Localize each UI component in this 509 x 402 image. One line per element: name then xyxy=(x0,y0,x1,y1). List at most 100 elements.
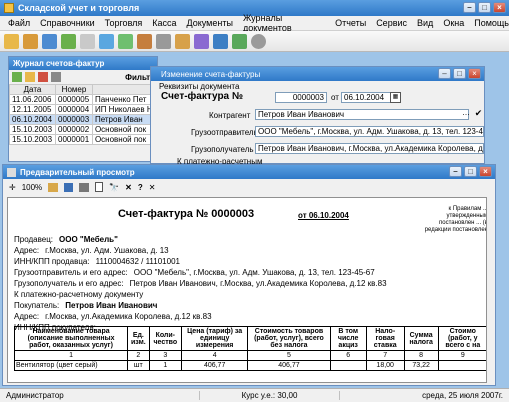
find-next-icon[interactable]: ✕ xyxy=(125,183,132,192)
menu-item[interactable]: Касса xyxy=(152,18,176,28)
print-icon[interactable] xyxy=(51,72,61,82)
delete-icon[interactable] xyxy=(38,72,48,82)
maximize-button[interactable]: □ xyxy=(478,2,491,13)
ellipsis-button[interactable]: … xyxy=(461,109,471,120)
preview-titlebar: Предварительный просмотр – □ × xyxy=(3,165,495,179)
money-icon[interactable] xyxy=(118,33,133,49)
menu-item[interactable]: Отчеты xyxy=(335,18,366,28)
journal-title: Журнал счетов-фактур xyxy=(13,59,105,68)
box-icon[interactable] xyxy=(137,33,152,49)
menu-item[interactable]: Файл xyxy=(8,18,30,28)
print-icon[interactable] xyxy=(79,182,90,192)
table-row[interactable]: 11.06.2006 0000005 Панченко Пет xyxy=(8,94,158,105)
journal-column-header[interactable]: Номер xyxy=(55,84,93,95)
menu-item[interactable]: Сервис xyxy=(376,18,407,28)
invoice-column-header: Стоимо (работ, у всего с на xyxy=(437,326,486,351)
folder-icon[interactable] xyxy=(23,33,38,49)
fit-width-icon[interactable]: ✛ xyxy=(9,183,16,192)
doc-number-field[interactable]: 0000003 xyxy=(275,92,327,103)
find-icon[interactable]: 🔭 xyxy=(109,183,119,192)
edit-icon[interactable] xyxy=(25,72,35,82)
contractor-field[interactable]: Петров Иван Иванович xyxy=(255,109,469,120)
close-button[interactable]: × xyxy=(493,2,506,13)
line-value: г.Москва, ул. Адм. Ушакова, д. 13 xyxy=(45,246,169,255)
open-icon[interactable] xyxy=(48,182,59,192)
edit-minimize-button[interactable]: – xyxy=(438,68,451,79)
shipper-field[interactable]: ООО "Мебель", г.Москва, ул. Адм. Ушакова… xyxy=(255,126,484,137)
journal-column-header[interactable]: Дата xyxy=(8,84,57,95)
report-icon[interactable] xyxy=(156,33,171,49)
edit-maximize-button[interactable]: □ xyxy=(453,68,466,79)
edit-title: Изменение счета-фактуры xyxy=(161,69,261,79)
truck-icon[interactable] xyxy=(42,33,57,49)
invoice-header-lines: Продавец: ООО "Мебель" Адрес: г.Москва, ул.… xyxy=(14,234,484,333)
line-label: Продавец: xyxy=(14,235,54,244)
journal-titlebar: Журнал счетов-фактур xyxy=(9,57,157,70)
globe-icon[interactable] xyxy=(232,33,247,49)
status-rate: Курс у.е.: 30,00 xyxy=(200,391,340,400)
journal-window: Журнал счетов-фактур Фильтр Дата Номер 11… xyxy=(8,56,158,162)
page-icon[interactable] xyxy=(95,182,104,192)
line-value: 1110004632 / 11101001 xyxy=(95,257,180,266)
menu-item[interactable]: Вид xyxy=(417,18,433,28)
document-icon[interactable] xyxy=(80,33,95,49)
preview-maximize-button[interactable]: □ xyxy=(464,166,477,177)
column-number: 5 xyxy=(247,350,331,361)
menu-item[interactable]: Помощь xyxy=(474,18,509,28)
line-label: Покупатель: xyxy=(14,301,60,310)
menu-item[interactable]: Справочники xyxy=(40,18,95,28)
table-row[interactable]: 12.11.2005 0000004 ИП Николаев Н xyxy=(8,104,158,115)
menu-item[interactable]: Журналы документов xyxy=(243,13,325,33)
list-icon[interactable] xyxy=(99,33,114,49)
chart-icon[interactable] xyxy=(61,33,76,49)
check-icon[interactable]: ✔ xyxy=(473,109,484,120)
line-value: Петров Иван Иванович, г.Москва, ул.Акаде… xyxy=(129,279,387,288)
journal-column-header[interactable] xyxy=(91,84,158,95)
table-cell: 73,22 xyxy=(403,360,439,371)
preview-close-button[interactable]: × xyxy=(479,166,492,177)
menu-bar: Файл Справочники Торговля Касса Документы Жур… xyxy=(0,13,509,33)
invoice-date: от 06.10.2004 xyxy=(298,211,349,220)
book-icon[interactable] xyxy=(213,33,228,49)
help-icon[interactable]: ? xyxy=(138,183,143,192)
close-preview-icon[interactable]: ✕ xyxy=(149,183,156,192)
menu-item[interactable]: Документы xyxy=(187,18,233,28)
table-row: Вентилятор (цвет серый) шт 1 406,77 406,77 18… xyxy=(13,360,486,371)
line-label: Грузополучатель и его адрес: xyxy=(14,279,124,288)
document-page: Счет-фактура № 0000003 от 06.10.2004 к П… xyxy=(7,197,487,383)
edit-close-button[interactable]: × xyxy=(468,68,481,79)
menu-item[interactable]: Торговля xyxy=(105,18,143,28)
column-number: 3 xyxy=(148,350,182,361)
save-icon[interactable] xyxy=(64,182,74,192)
corner-note: к Правилам ... утвержденным постановлен … xyxy=(424,206,487,233)
line-value: г.Москва, ул.Академика Королева, д.12 кв… xyxy=(45,312,212,321)
header-line: Продавец: ООО "Мебель" xyxy=(14,234,484,245)
consignee-field[interactable]: Петров Иван Иванович, г.Москва, ул.Акаде… xyxy=(255,143,484,154)
menu-item[interactable]: Окна xyxy=(443,18,464,28)
invoice-column-header: Цена (тариф) за единицу измерения xyxy=(180,326,249,351)
edit-titlebar: Изменение счета-фактуры – □ × xyxy=(151,67,484,81)
add-icon[interactable] xyxy=(12,72,22,82)
column-number: 4 xyxy=(180,350,249,361)
table-cell: 406,77 xyxy=(180,360,249,371)
minimize-button[interactable]: – xyxy=(463,2,476,13)
pencil-icon[interactable] xyxy=(4,33,19,49)
preview-minimize-button[interactable]: – xyxy=(449,166,462,177)
invoice-column-header: Наименование товара (описание выполненны… xyxy=(13,326,129,351)
users-icon[interactable] xyxy=(194,33,209,49)
line-label: ИНН/КПП продавца: xyxy=(14,257,90,266)
shipper-label: Грузоотправитель xyxy=(191,128,258,137)
table-row[interactable]: 15.10.2003 0000001 Основной пок xyxy=(8,134,158,145)
package-icon[interactable] xyxy=(175,33,190,49)
calendar-icon[interactable]: ▦ xyxy=(390,92,401,103)
zoom-level[interactable]: 100% xyxy=(22,183,42,192)
table-row[interactable]: 15.10.2003 0000002 Основной пок xyxy=(8,124,158,135)
table-row[interactable]: 06.10.2004 0000003 Петров Иван xyxy=(8,114,158,125)
column-number: 9 xyxy=(437,350,486,361)
preview-window: Предварительный просмотр – □ × ✛ 100% 🔭 ✕ … xyxy=(2,164,496,386)
invoice-column-header: Стоимость товаров (работ, услуг), всего … xyxy=(247,326,331,351)
column-number: 2 xyxy=(127,350,150,361)
gear-icon[interactable] xyxy=(251,33,266,49)
invoice-column-header: Сумма налога xyxy=(403,326,439,351)
line-label: Грузоотправитель и его адрес: xyxy=(14,268,128,277)
